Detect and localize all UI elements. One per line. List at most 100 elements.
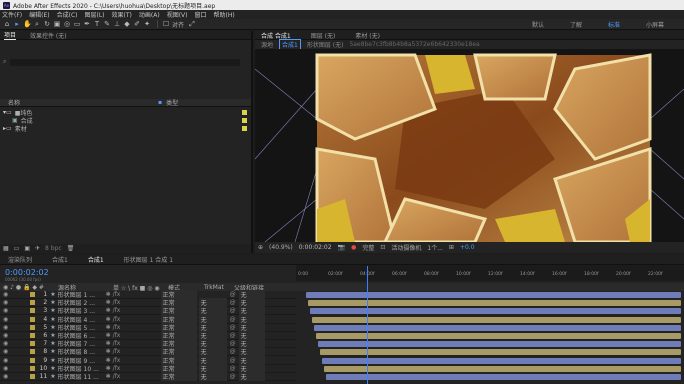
- layer-row[interactable]: ◉ 11 ★ 形状图层 11 ... ✱ /fx 正常无 @ 无: [0, 372, 296, 381]
- eye-icon[interactable]: ◉: [3, 373, 8, 380]
- snap-checkbox-icon[interactable]: ☐: [162, 20, 170, 28]
- pick-whip-icon[interactable]: @: [230, 348, 236, 355]
- label-swatch[interactable]: [30, 349, 36, 355]
- current-time[interactable]: 0:00:02:02: [299, 244, 332, 251]
- pick-whip-icon[interactable]: @: [230, 291, 236, 298]
- label-swatch[interactable]: [30, 308, 36, 314]
- eye-icon[interactable]: ◉: [3, 316, 8, 323]
- layer-switches[interactable]: ✱ /fx: [106, 299, 161, 306]
- eye-icon[interactable]: ◉: [3, 307, 8, 314]
- hand-tool-icon[interactable]: ✋: [23, 20, 32, 28]
- rectangle-tool-icon[interactable]: ▭: [73, 20, 81, 28]
- tab-comp-1-active[interactable]: 合成1: [88, 255, 104, 264]
- workspace-standard[interactable]: 标准: [608, 20, 620, 29]
- zoom-tool-icon[interactable]: ⌕: [33, 20, 41, 28]
- layer-trkmat-select[interactable]: 无: [198, 372, 227, 381]
- type-tool-icon[interactable]: T: [93, 20, 101, 28]
- label-swatch[interactable]: [30, 365, 36, 371]
- menu-animation[interactable]: 动画(A): [139, 10, 160, 19]
- menu-layer[interactable]: 图层(L): [85, 10, 105, 19]
- column-type[interactable]: 类型: [166, 98, 178, 107]
- region-of-interest-icon[interactable]: ⊡: [380, 244, 385, 251]
- label-swatch[interactable]: [30, 357, 36, 363]
- label-swatch[interactable]: [30, 292, 36, 297]
- pick-whip-icon[interactable]: @: [230, 365, 236, 372]
- menu-window[interactable]: 窗口: [194, 10, 206, 19]
- layer-switches[interactable]: ✱ /fx: [106, 307, 161, 314]
- current-time-indicator[interactable]: [367, 266, 368, 384]
- layer-switches[interactable]: ✱ /fx: [106, 365, 161, 372]
- layer-name[interactable]: 形状图层 11 ...: [58, 372, 106, 381]
- layer-duration-bar[interactable]: [324, 365, 681, 372]
- tab-footage[interactable]: 素材 (无): [355, 31, 380, 40]
- layer-duration-bar[interactable]: [322, 357, 681, 364]
- layer-duration-bar[interactable]: [310, 308, 681, 315]
- resolution-select[interactable]: 完整: [362, 243, 374, 252]
- menu-effect[interactable]: 效果(T): [112, 10, 132, 19]
- eye-icon[interactable]: ◉: [3, 324, 8, 331]
- label-swatch[interactable]: [30, 324, 36, 330]
- layer-duration-bar[interactable]: [314, 324, 681, 331]
- camera-select[interactable]: 活动摄像机: [391, 243, 421, 252]
- label-swatch[interactable]: [30, 316, 36, 322]
- pick-whip-icon[interactable]: @: [230, 307, 236, 314]
- project-item[interactable]: ▸▭ 素材: [0, 124, 251, 133]
- menu-composition[interactable]: 合成(C): [57, 10, 78, 19]
- zoom-level[interactable]: (40.9%): [269, 244, 293, 251]
- snap-options-icon[interactable]: ⤢: [188, 20, 196, 28]
- breadcrumb-layer[interactable]: 形状图层 (无): [307, 40, 344, 49]
- new-folder-icon[interactable]: ▭: [14, 245, 20, 252]
- column-name[interactable]: 名称: [8, 98, 158, 107]
- pan-behind-tool-icon[interactable]: ◎: [63, 20, 71, 28]
- project-item[interactable]: ▾▭ ■纯色: [0, 108, 251, 117]
- layer-switches[interactable]: ✱ /fx: [106, 291, 161, 298]
- selection-tool-icon[interactable]: ▸: [13, 20, 21, 28]
- tab-comp-1[interactable]: 合成1: [52, 255, 68, 264]
- layer-switches[interactable]: ✱ /fx: [106, 316, 161, 323]
- tab-effect-controls[interactable]: 效果控件 (无): [30, 31, 67, 40]
- workspace-small-screen[interactable]: 小屏幕: [646, 20, 664, 29]
- pick-whip-icon[interactable]: @: [230, 357, 236, 364]
- tab-project[interactable]: 项目: [4, 30, 17, 40]
- eye-icon[interactable]: ◉: [3, 332, 8, 339]
- delete-icon[interactable]: 🗑: [67, 245, 75, 252]
- pick-whip-icon[interactable]: @: [230, 340, 236, 347]
- new-composition-icon[interactable]: ▣: [24, 245, 30, 252]
- label-swatch[interactable]: [30, 374, 36, 379]
- pick-whip-icon[interactable]: @: [230, 324, 236, 331]
- workspace-default[interactable]: 默认: [532, 20, 544, 29]
- color-channel-icon[interactable]: ●: [351, 244, 356, 251]
- layer-switches[interactable]: ✱ /fx: [106, 373, 161, 380]
- layer-mode-select[interactable]: 正常: [160, 372, 197, 381]
- clone-stamp-tool-icon[interactable]: ⊥: [113, 20, 121, 28]
- pick-whip-icon[interactable]: @: [230, 316, 236, 323]
- layer-duration-bar[interactable]: [326, 374, 681, 380]
- puppet-tool-icon[interactable]: ✦: [143, 20, 151, 28]
- brush-tool-icon[interactable]: ✎: [103, 20, 111, 28]
- tab-render-queue[interactable]: 渲染队列: [8, 255, 32, 264]
- menu-help[interactable]: 帮助(H): [214, 10, 235, 19]
- menu-file[interactable]: 文件(F): [2, 10, 22, 19]
- label-swatch[interactable]: [30, 341, 36, 347]
- project-item[interactable]: ▣ 合成: [0, 116, 251, 125]
- pick-whip-icon[interactable]: @: [230, 373, 236, 380]
- layer-switches[interactable]: ✱ /fx: [106, 332, 161, 339]
- eye-icon[interactable]: ◉: [3, 299, 8, 306]
- eye-icon[interactable]: ◉: [3, 357, 8, 364]
- layer-duration-bar[interactable]: [320, 349, 681, 356]
- layer-switches[interactable]: ✱ /fx: [106, 357, 161, 364]
- project-settings-icon[interactable]: ✈: [35, 245, 40, 252]
- column-trkmat[interactable]: TrkMat: [204, 284, 234, 291]
- label-swatch[interactable]: [30, 333, 36, 338]
- layer-switches[interactable]: ✱ /fx: [106, 348, 161, 355]
- workspace-learn[interactable]: 了解: [570, 20, 582, 29]
- layer-duration-bar[interactable]: [316, 333, 681, 339]
- exposure-value[interactable]: +0.0: [460, 244, 475, 251]
- project-search-input[interactable]: [10, 58, 241, 66]
- label-swatch[interactable]: [30, 300, 36, 306]
- roto-brush-tool-icon[interactable]: ✐: [133, 20, 141, 28]
- eye-icon[interactable]: ◉: [3, 348, 8, 355]
- tab-layer[interactable]: 图层 (无): [311, 31, 336, 40]
- menu-view[interactable]: 视图(V): [167, 10, 188, 19]
- time-ruler[interactable]: 0:00 02:00f 04:00f 06:00f 08:00f 10:00f …: [296, 265, 684, 281]
